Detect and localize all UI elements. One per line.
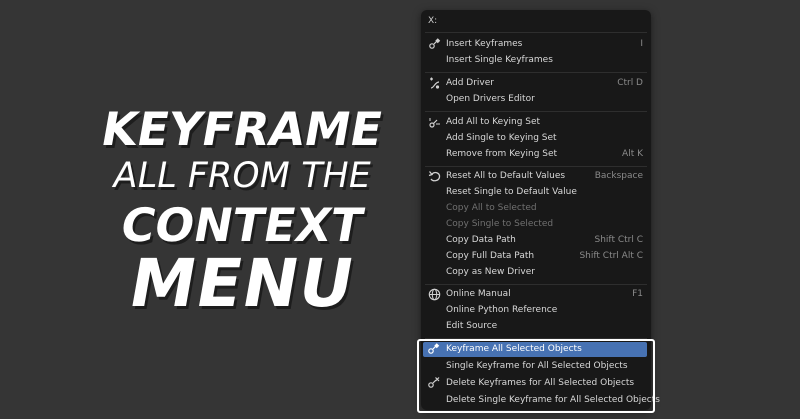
menu-item-add-all-to-keying-set[interactable]: Add All to Keying Set xyxy=(424,115,648,130)
menu-item-insert-single-keyframes[interactable]: Insert Single Keyframes xyxy=(424,53,648,68)
menu-separator xyxy=(425,338,647,339)
menu-separator xyxy=(425,72,647,73)
keyframe-insert-icon xyxy=(429,38,441,49)
menu-item-add-driver[interactable]: Add Driver Ctrl D xyxy=(424,76,648,91)
menu-separator xyxy=(425,111,647,112)
menu-item-delete-keyframes-all-selected-objects[interactable]: Delete Keyframes for All Selected Object… xyxy=(421,376,649,391)
headline-line-4: MENU xyxy=(123,245,361,322)
headline-line-3: CONTEXT xyxy=(116,198,368,252)
menu-item-add-single-to-keying-set[interactable]: Add Single to Keying Set xyxy=(424,131,648,146)
menu-item-copy-single-to-selected[interactable]: Copy Single to Selected xyxy=(424,217,648,232)
keying-set-icon xyxy=(429,118,440,128)
menu-separator xyxy=(425,166,647,167)
menu-item-edit-source[interactable]: Edit Source xyxy=(424,319,648,334)
menu-item-keyframe-all-selected-objects[interactable]: Keyframe All Selected Objects xyxy=(421,342,649,357)
menu-item-reset-all-to-default[interactable]: Reset All to Default Values Backspace xyxy=(424,169,648,184)
menu-item-delete-single-keyframe-all-selected-objects[interactable]: Delete Single Keyframe for All Selected … xyxy=(421,393,660,408)
globe-icon xyxy=(428,288,441,301)
menu-item-online-manual[interactable]: Online Manual F1 xyxy=(424,287,648,302)
headline: KEYFRAME ALL FROM THE CONTEXT MENU xyxy=(92,102,392,322)
menu-separator xyxy=(425,32,647,33)
driver-icon xyxy=(430,77,440,89)
menu-item-insert-keyframes[interactable]: Insert Keyframes I xyxy=(424,37,648,52)
menu-item-copy-as-new-driver[interactable]: Copy as New Driver xyxy=(424,265,648,280)
menu-item-reset-single-to-default[interactable]: Reset Single to Default Value xyxy=(424,185,648,200)
reset-icon xyxy=(428,171,441,182)
headline-line-2: ALL FROM THE xyxy=(109,156,375,196)
menu-item-copy-data-path[interactable]: Copy Data Path Shift Ctrl C xyxy=(424,233,648,248)
menu-item-open-drivers-editor[interactable]: Open Drivers Editor xyxy=(424,92,648,107)
menu-item-remove-from-keying-set[interactable]: Remove from Keying Set Alt K xyxy=(424,147,648,162)
menu-title: X: xyxy=(428,16,438,26)
keyframe-delete-icon xyxy=(428,377,440,388)
menu-item-copy-all-to-selected[interactable]: Copy All to Selected xyxy=(424,201,648,216)
keyframe-insert-icon xyxy=(428,343,440,354)
headline-line-1: KEYFRAME xyxy=(97,102,387,156)
menu-item-single-keyframe-all-selected-objects[interactable]: Single Keyframe for All Selected Objects xyxy=(421,359,649,374)
menu-item-copy-full-data-path[interactable]: Copy Full Data Path Shift Ctrl Alt C xyxy=(424,249,648,264)
menu-item-online-python-reference[interactable]: Online Python Reference xyxy=(424,303,648,318)
menu-separator xyxy=(425,284,647,285)
